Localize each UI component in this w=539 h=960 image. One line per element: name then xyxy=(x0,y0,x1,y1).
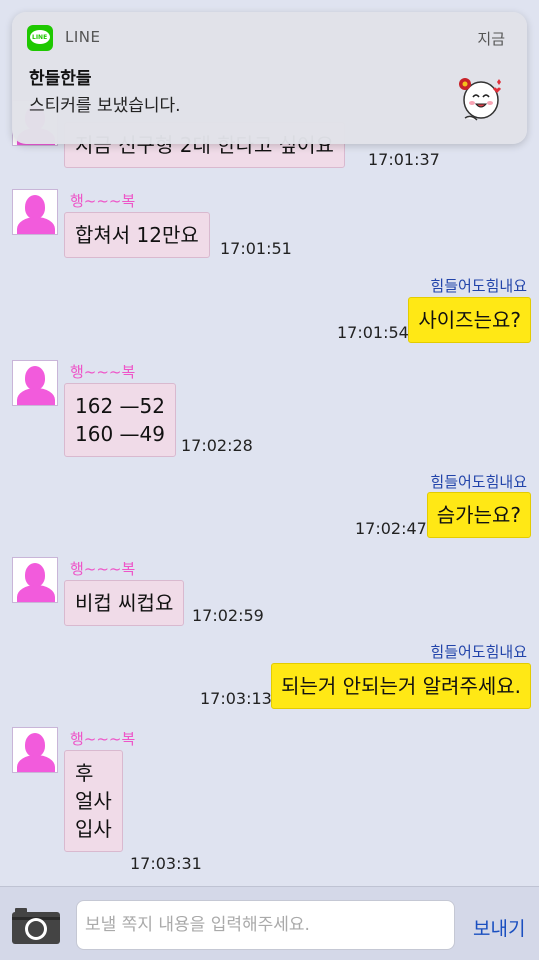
message-time: 17:01:37 xyxy=(368,150,440,169)
message-bubble-outgoing[interactable]: 되는거 안되는거 알려주세요. xyxy=(271,663,531,709)
avatar[interactable] xyxy=(12,189,58,235)
message-time: 17:03:13 xyxy=(200,689,272,708)
message-time: 17:01:51 xyxy=(220,239,292,258)
message-input[interactable]: 보낼 쪽지 내용을 입력해주세요. xyxy=(76,900,455,950)
message-bubble-outgoing[interactable]: 사이즈는요? xyxy=(408,297,531,343)
sender-name-self: 힘들어도힘내요 xyxy=(430,277,527,295)
sender-name-self: 힘들어도힘내요 xyxy=(430,473,527,491)
notification-body: 스티커를 보냈습니다. xyxy=(29,96,181,116)
sender-name: 행~~~복 xyxy=(70,560,136,578)
notification-title: 한들한들 xyxy=(29,69,92,89)
message-bubble-incoming[interactable]: 비컵 씨컵요 xyxy=(64,580,185,626)
sender-name: 행~~~복 xyxy=(70,730,136,748)
camera-icon[interactable] xyxy=(11,905,61,945)
notification-app-name: LINE xyxy=(65,28,101,46)
line-app-icon: LINE xyxy=(27,25,53,51)
message-input-bar: 보낼 쪽지 내용을 입력해주세요. 보내기 xyxy=(0,886,539,960)
message-bubble-incoming[interactable]: 합쳐서 12만요 xyxy=(64,212,210,258)
message-bubble-outgoing[interactable]: 슴가는요? xyxy=(426,492,531,538)
sticker-icon xyxy=(459,78,501,121)
avatar[interactable] xyxy=(12,360,58,406)
send-button[interactable]: 보내기 xyxy=(473,914,525,941)
message-time: 17:03:31 xyxy=(130,854,202,873)
message-time: 17:02:47 xyxy=(355,519,427,538)
sender-name: 행~~~복 xyxy=(70,192,136,210)
message-time: 17:02:59 xyxy=(192,606,264,625)
avatar[interactable] xyxy=(12,557,58,603)
message-time: 17:02:28 xyxy=(181,436,253,455)
avatar[interactable] xyxy=(12,727,58,773)
sender-name-self: 힘들어도힘내요 xyxy=(430,643,527,661)
sender-name: 행~~~복 xyxy=(70,363,136,381)
message-time: 17:01:54 xyxy=(337,323,409,342)
notification-time: 지금 xyxy=(477,30,505,48)
message-bubble-incoming[interactable]: 후 얼사 입사 xyxy=(64,750,123,852)
message-bubble-incoming[interactable]: 162 —52 160 —49 xyxy=(64,383,176,457)
push-notification[interactable]: LINE LINE 지금 한들한들 스티커를 보냈습니다. xyxy=(12,12,527,144)
